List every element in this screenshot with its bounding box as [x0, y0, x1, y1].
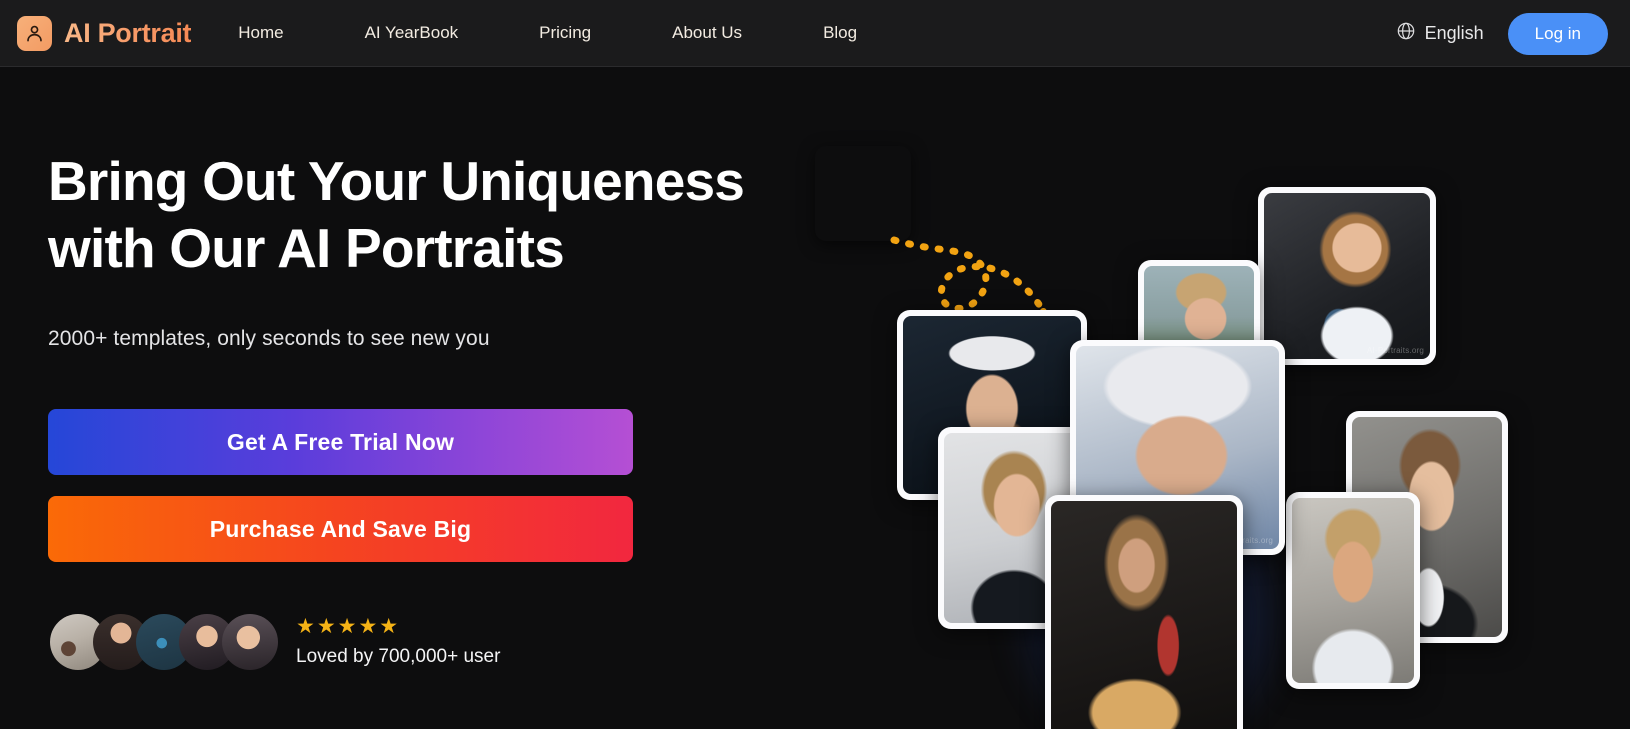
nav-item-pricing[interactable]: Pricing: [539, 17, 591, 49]
main-navigation: Home AI YearBook Pricing About Us Blog: [238, 17, 857, 49]
brand-name: AI Portrait: [64, 17, 192, 48]
site-header: AI Portrait Home AI YearBook Pricing Abo…: [0, 0, 1630, 67]
landing-page: AI Portrait Home AI YearBook Pricing Abo…: [0, 0, 1630, 729]
loved-by-count: Loved by 700,000+ user: [296, 646, 501, 668]
portrait-card[interactable]: [1286, 492, 1420, 689]
source-photo-card[interactable]: [815, 146, 911, 241]
watermark: AI-Portraits.org: [1367, 346, 1424, 355]
portrait-guitarist: AI-Portraits.org: [1051, 501, 1237, 729]
get-free-trial-button[interactable]: Get A Free Trial Now: [48, 409, 633, 476]
language-selector[interactable]: English: [1396, 21, 1484, 46]
hero-subtitle: 2000+ templates, only seconds to see new…: [48, 327, 490, 351]
purchase-and-save-button[interactable]: Purchase And Save Big: [48, 496, 633, 563]
user-avatar-stack: [48, 614, 278, 671]
page-title: Bring Out Your Uniqueness with Our AI Po…: [48, 150, 745, 280]
nav-item-ai-yearbook[interactable]: AI YearBook: [365, 17, 459, 49]
login-button[interactable]: Log in: [1507, 12, 1608, 55]
globe-icon: [1396, 21, 1416, 46]
hero-content: Bring Out Your Uniqueness with Our AI Po…: [48, 148, 808, 671]
portrait-card[interactable]: AI-Portraits.org: [1258, 187, 1436, 365]
star-rating-icons: ★★★★★: [296, 615, 401, 639]
header-actions: English Log in: [1396, 0, 1608, 67]
portrait-card[interactable]: AI-Portraits.org: [1045, 495, 1243, 729]
portrait-collage: AI-Portraits.org AI-Portraits.org AI-Por…: [790, 67, 1630, 729]
nav-item-blog[interactable]: Blog: [823, 17, 857, 49]
avatar: [222, 614, 278, 671]
language-label: English: [1424, 23, 1484, 43]
brand-logo[interactable]: AI Portrait: [17, 15, 192, 51]
rating-block: ★★★★★ Loved by 700,000+ user: [296, 616, 500, 668]
cta-group: Get A Free Trial Now Purchase And Save B…: [48, 409, 633, 563]
portrait-doctor: AI-Portraits.org: [1264, 193, 1430, 359]
nav-item-home[interactable]: Home: [238, 17, 283, 49]
user-avatar-icon: [17, 15, 52, 51]
nav-item-about-us[interactable]: About Us: [672, 17, 742, 49]
portrait-scientist: [1292, 498, 1414, 683]
social-proof: ★★★★★ Loved by 700,000+ user: [48, 614, 808, 671]
